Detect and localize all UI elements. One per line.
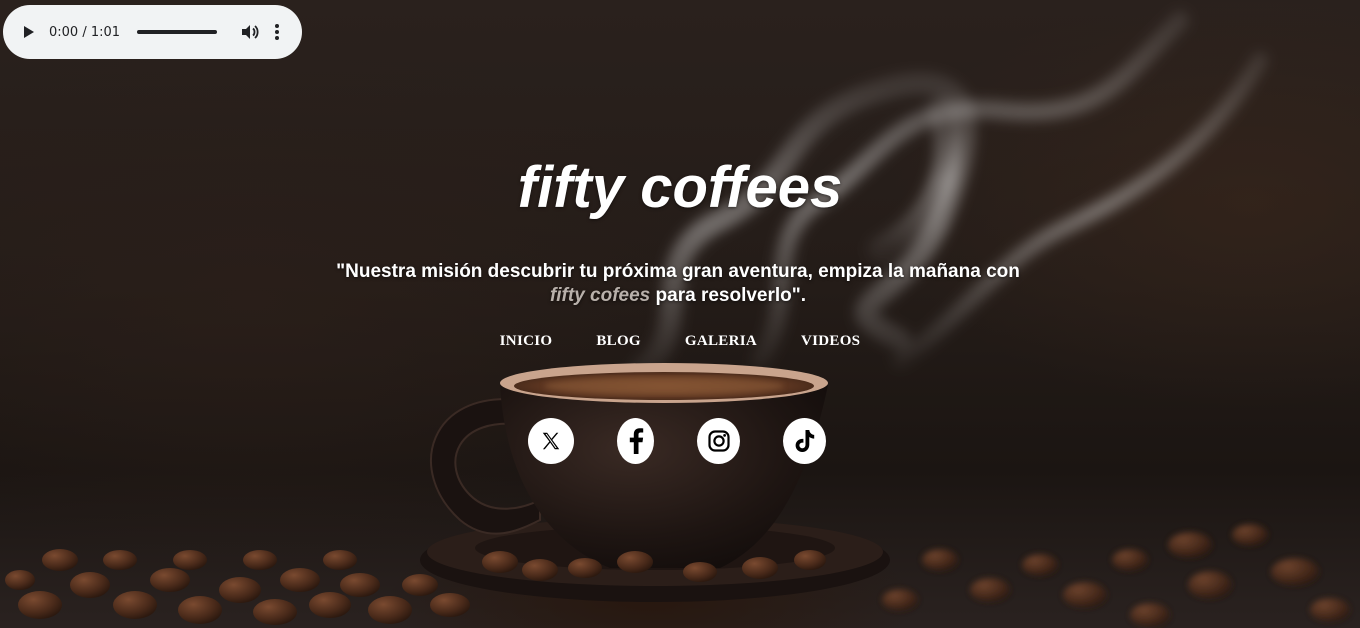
nav-link-galeria[interactable]: GALERIA [685, 333, 757, 350]
audio-player: 0:00 / 1:01 [3, 5, 302, 59]
more-options-button[interactable] [272, 22, 282, 42]
facebook-icon [629, 428, 643, 454]
x-link[interactable] [528, 418, 574, 464]
facebook-link[interactable] [617, 418, 654, 464]
audio-progress-slider[interactable] [137, 30, 218, 34]
nav-link-videos[interactable]: VIDEOS [801, 333, 860, 350]
audio-time: 0:00 / 1:01 [49, 24, 121, 40]
tagline-text-start: "Nuestra misión descubrir tu próxima gra… [336, 261, 1020, 282]
more-vert-icon [275, 24, 280, 40]
volume-icon [242, 25, 259, 39]
volume-button[interactable] [240, 22, 260, 42]
coffee-background-image [5, 11, 1350, 627]
play-button[interactable] [21, 24, 37, 40]
site-title: fifty coffees [517, 155, 843, 220]
nav-link-blog[interactable]: BLOG [596, 333, 641, 350]
main-nav: INICIO BLOG GALERIA VIDEOS [0, 333, 1360, 350]
instagram-link[interactable] [697, 418, 740, 464]
nav-link-inicio[interactable]: INICIO [500, 333, 553, 350]
tiktok-icon [795, 430, 814, 452]
tagline-text-end: para resolverlo". [650, 285, 807, 306]
tiktok-link[interactable] [783, 418, 826, 464]
tagline: "Nuestra misión descubrir tu próxima gra… [330, 260, 1026, 308]
page: 0:00 / 1:01 fifty coffees "Nuestra misió… [0, 0, 1360, 628]
instagram-icon [707, 430, 730, 452]
social-links [0, 418, 1360, 466]
play-icon [24, 26, 34, 38]
tagline-brand: fifty cofees [549, 285, 651, 306]
x-icon [542, 432, 560, 450]
